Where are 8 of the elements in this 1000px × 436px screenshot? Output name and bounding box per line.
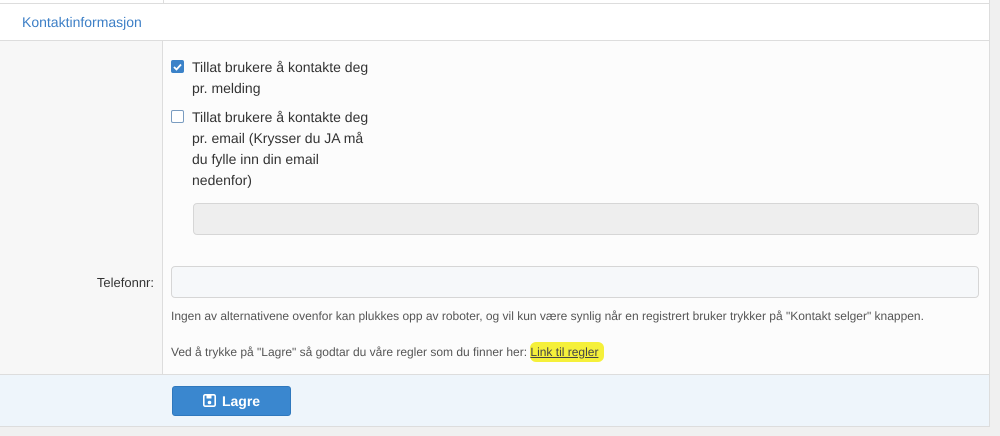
checkbox-label: Tillat brukere å kontakte deg pr. melding [192, 58, 370, 98]
section-title: Kontaktinformasjon [22, 14, 142, 30]
checkbox-label: Tillat brukere å kontakte deg pr. email (Krysser du JA må du fylle inn din email nedenfor) [192, 108, 370, 190]
help-text: Ingen av alternativene ovenfor kan plukkes opp av roboter, og vil kun være synlig når en registrert bruker trykker på "Kontakt selger" knappen. [171, 309, 925, 323]
save-button[interactable]: Lagre [172, 386, 291, 416]
phone-label: Telefonnr: [96, 274, 154, 290]
rules-link[interactable]: Link til regler [530, 342, 604, 362]
terms-text: Ved å trykke på "Lagre" så godtar du våre regler som du finner her: Link til regler [171, 345, 980, 359]
